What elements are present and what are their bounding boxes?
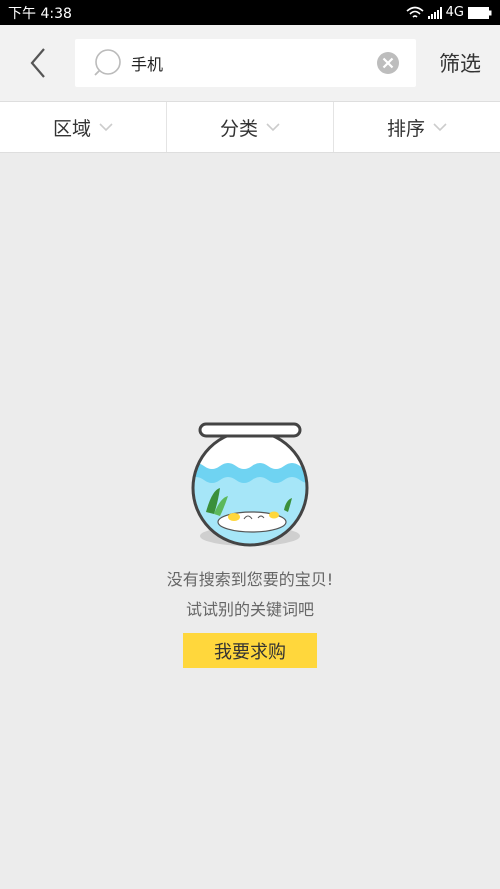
signal-icon — [427, 6, 442, 19]
tab-category[interactable]: 分类 — [167, 102, 334, 152]
tab-sort[interactable]: 排序 — [334, 102, 500, 152]
fishbowl-icon — [191, 422, 309, 547]
battery-icon — [468, 6, 492, 19]
chevron-down-icon — [433, 122, 447, 131]
chevron-down-icon — [99, 122, 113, 131]
empty-state: 没有搜索到您要的宝贝! 试试别的关键词吧 我要求购 — [0, 418, 500, 668]
wifi-icon — [406, 6, 424, 18]
tab-category-label: 分类 — [219, 117, 258, 140]
status-indicators: 4G — [406, 5, 492, 20]
tab-sort-label: 排序 — [386, 117, 425, 140]
chevron-down-icon — [266, 122, 280, 131]
chevron-left-icon — [30, 48, 45, 78]
filter-bar: 区域 分类 排序 — [0, 101, 500, 153]
search-icon — [94, 49, 121, 76]
search-box[interactable] — [75, 39, 416, 87]
status-time: 下午 4:38 — [8, 5, 72, 22]
search-input[interactable] — [131, 48, 371, 78]
tab-region[interactable]: 区域 — [0, 102, 167, 152]
empty-hint: 试试别的关键词吧 — [185, 600, 314, 619]
request-purchase-button[interactable]: 我要求购 — [183, 633, 317, 668]
empty-message: 没有搜索到您要的宝贝! — [166, 570, 334, 589]
back-button[interactable] — [18, 39, 58, 87]
filter-button[interactable]: 筛选 — [430, 39, 490, 87]
network-type: 4G — [445, 5, 464, 20]
top-bar: 筛选 — [0, 25, 500, 101]
clear-icon[interactable] — [376, 51, 400, 75]
tab-region-label: 区域 — [52, 117, 91, 140]
status-bar: 下午 4:38 4G — [0, 0, 500, 25]
